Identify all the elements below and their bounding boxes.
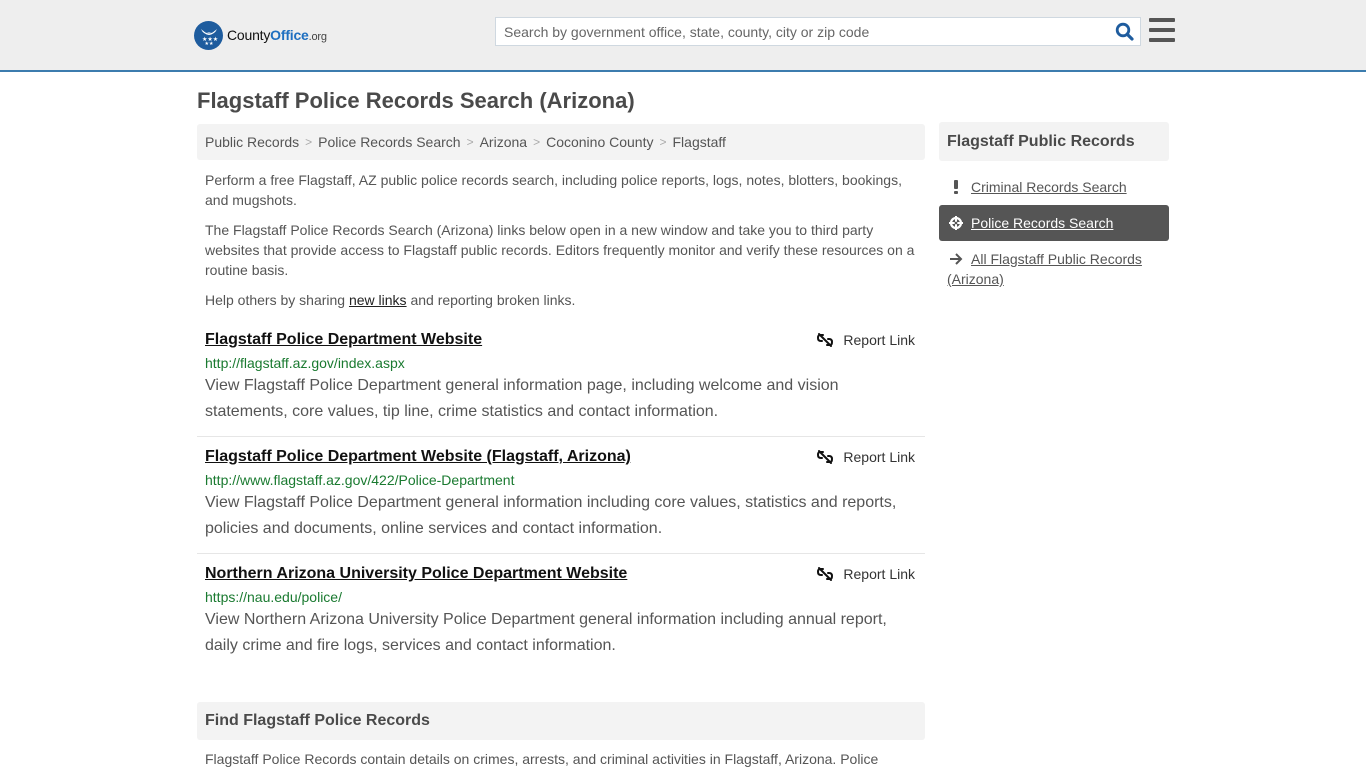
- search-icon: [1115, 22, 1134, 41]
- result-title-link[interactable]: Northern Arizona University Police Depar…: [205, 565, 627, 583]
- sidebar-item-police-records[interactable]: Police Records Search: [939, 205, 1169, 241]
- intro-paragraph-1: Perform a free Flagstaff, AZ public poli…: [205, 172, 902, 208]
- page-title: Flagstaff Police Records Search (Arizona…: [197, 88, 635, 113]
- search-input[interactable]: [496, 18, 1108, 45]
- intro-paragraph-3: Help others by sharing new links and rep…: [205, 292, 576, 308]
- result-item: Flagstaff Police Department Website Repo…: [197, 322, 925, 437]
- breadcrumb-flagstaff[interactable]: Flagstaff: [673, 134, 726, 150]
- report-link-button[interactable]: Report Link: [817, 449, 915, 465]
- hamburger-menu-icon[interactable]: [1149, 18, 1175, 42]
- menu-bar: [1149, 18, 1175, 22]
- breadcrumb: Public Records > Police Records Search >…: [197, 124, 925, 160]
- result-title-link[interactable]: Flagstaff Police Department Website (Fla…: [205, 448, 631, 466]
- sidebar: Flagstaff Public Records Criminal Record…: [939, 122, 1169, 297]
- menu-bar: [1149, 38, 1175, 42]
- broken-link-icon: [817, 450, 834, 464]
- breadcrumb-coconino-county[interactable]: Coconino County: [546, 134, 653, 150]
- eagle-logo-icon: ★★★ ★★: [194, 20, 223, 50]
- result-url[interactable]: http://flagstaff.az.gov/index.aspx: [205, 355, 917, 371]
- breadcrumb-public-records[interactable]: Public Records: [205, 134, 299, 150]
- result-description: View Flagstaff Police Department general…: [205, 377, 839, 420]
- intro-paragraph-2: The Flagstaff Police Records Search (Ari…: [205, 222, 915, 278]
- breadcrumb-police-records-search[interactable]: Police Records Search: [318, 134, 460, 150]
- breadcrumb-separator: >: [659, 135, 667, 149]
- search-bar: [495, 17, 1141, 46]
- new-links-link[interactable]: new links: [349, 292, 407, 308]
- broken-link-icon: [817, 333, 834, 347]
- report-link-button[interactable]: Report Link: [817, 332, 915, 348]
- search-button[interactable]: [1108, 18, 1140, 45]
- site-logo[interactable]: ★★★ ★★ CountyOffice.org: [194, 20, 327, 50]
- breadcrumb-arizona[interactable]: Arizona: [480, 134, 527, 150]
- breadcrumb-separator: >: [466, 135, 474, 149]
- breadcrumb-separator: >: [533, 135, 541, 149]
- report-link-button[interactable]: Report Link: [817, 566, 915, 582]
- arrow-right-icon: [949, 251, 963, 267]
- find-records-text: Flagstaff Police Records contain details…: [205, 751, 879, 767]
- result-item: Northern Arizona University Police Depar…: [197, 556, 925, 671]
- result-description: View Northern Arizona University Police …: [205, 611, 887, 654]
- sidebar-item-all-public-records[interactable]: All Flagstaff Public Records (Arizona): [939, 241, 1169, 297]
- menu-bar: [1149, 28, 1175, 32]
- crosshairs-icon: [949, 215, 963, 231]
- result-item: Flagstaff Police Department Website (Fla…: [197, 439, 925, 554]
- logo-text: CountyOffice.org: [227, 27, 327, 43]
- sidebar-item-criminal-records[interactable]: Criminal Records Search: [939, 169, 1169, 205]
- broken-link-icon: [817, 567, 834, 581]
- result-url[interactable]: http://www.flagstaff.az.gov/422/Police-D…: [205, 472, 917, 488]
- breadcrumb-separator: >: [305, 135, 313, 149]
- find-records-heading: Find Flagstaff Police Records: [197, 702, 925, 740]
- result-title-link[interactable]: Flagstaff Police Department Website: [205, 331, 482, 349]
- result-description: View Flagstaff Police Department general…: [205, 494, 897, 537]
- result-url[interactable]: https://nau.edu/police/: [205, 589, 917, 605]
- sidebar-title: Flagstaff Public Records: [939, 122, 1169, 161]
- site-header: ★★★ ★★ CountyOffice.org: [0, 0, 1366, 72]
- exclamation-icon: [949, 179, 963, 195]
- svg-text:★★: ★★: [204, 41, 213, 46]
